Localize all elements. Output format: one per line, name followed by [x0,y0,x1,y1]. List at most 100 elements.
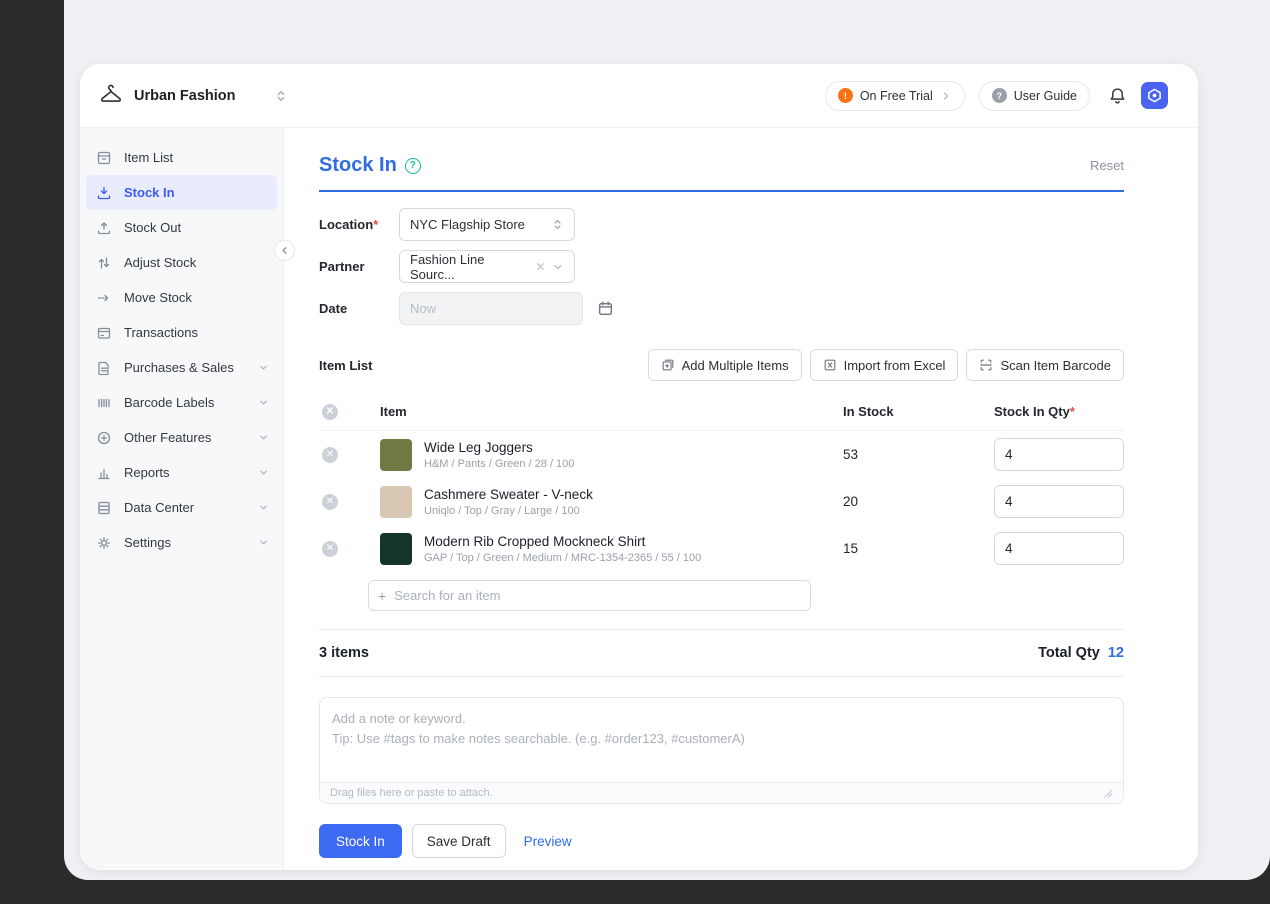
calendar-icon[interactable] [597,300,614,317]
stock-in-qty-input[interactable] [994,532,1124,565]
table-row: ✕ Modern Rib Cropped Mockneck Shirt GAP … [319,525,1124,572]
archive-box-icon [96,150,112,166]
sidebar-item-purchases-sales[interactable]: Purchases & Sales [86,350,277,385]
location-value: NYC Flagship Store [410,217,525,232]
adjust-stock-icon [96,255,112,271]
sidebar-item-label: Transactions [124,325,198,340]
workspace-avatar[interactable] [1141,82,1168,109]
item-search-input[interactable] [394,588,801,603]
partner-select[interactable]: Fashion Line Sourc... [399,250,575,283]
add-multiple-items-button[interactable]: Add Multiple Items [648,349,802,381]
sidebar-item-label: Data Center [124,500,194,515]
stock-in-submit-button[interactable]: Stock In [319,824,402,858]
note-input[interactable]: Add a note or keyword. Tip: Use #tags to… [319,697,1124,804]
plus-circle-icon [96,430,112,446]
hanger-logo-icon [96,81,126,111]
sidebar-collapse-button[interactable] [274,240,295,261]
gear-icon [96,535,112,551]
company-name: Urban Fashion [134,88,236,104]
sidebar-item-settings[interactable]: Settings [86,525,277,560]
date-label: Date [319,301,399,316]
question-circle-icon: ? [992,88,1007,103]
sidebar-item-other-features[interactable]: Other Features [86,420,277,455]
table-row: ✕ Cashmere Sweater - V-neck Uniqlo / Top… [319,478,1124,525]
in-stock-value: 53 [843,447,994,462]
remove-partner-icon[interactable] [535,261,546,272]
chevron-down-icon [258,432,269,443]
column-qty: Stock In Qty* [994,404,1124,419]
chevron-down-icon [258,397,269,408]
item-name: Wide Leg Joggers [424,440,574,455]
item-thumbnail [380,486,412,518]
sidebar-item-label: Barcode Labels [124,395,214,410]
sidebar-item-move-stock[interactable]: Move Stock [86,280,277,315]
sidebar-item-transactions[interactable]: Transactions [86,315,277,350]
item-name: Modern Rib Cropped Mockneck Shirt [424,534,701,549]
sidebar-item-label: Stock In [124,185,175,200]
transactions-icon [96,325,112,341]
sidebar-item-item-list[interactable]: Item List [86,140,277,175]
save-draft-button[interactable]: Save Draft [412,824,506,858]
chevron-down-icon [552,261,564,273]
item-details: H&M / Pants / Green / 28 / 100 [424,458,574,470]
stock-in-form: Location* NYC Flagship Store Partner Fas… [319,208,1124,325]
chevron-right-icon [940,90,952,102]
import-from-excel-button[interactable]: Import from Excel [810,349,959,381]
item-thumbnail [380,439,412,471]
in-stock-value: 20 [843,494,994,509]
help-icon[interactable]: ? [405,158,421,174]
location-select[interactable]: NYC Flagship Store [399,208,575,241]
item-details: Uniqlo / Top / Gray / Large / 100 [424,505,593,517]
user-guide-pill[interactable]: ? User Guide [979,81,1090,111]
remove-all-icon[interactable]: ✕ [322,404,338,420]
sidebar-item-stock-out[interactable]: Stock Out [86,210,277,245]
sidebar-item-label: Settings [124,535,171,550]
notification-bell-icon[interactable] [1108,86,1127,105]
main-content: Stock In ? Reset Location* NYC Flagship … [284,128,1198,869]
sidebar-item-stock-in[interactable]: Stock In [86,175,277,210]
resize-handle-icon[interactable] [1103,788,1113,798]
remove-row-icon[interactable]: ✕ [322,494,338,510]
select-arrows-icon [551,218,564,231]
database-icon [96,500,112,516]
stock-in-qty-input[interactable] [994,485,1124,518]
total-qty-label: Total Qty [1038,645,1100,661]
stock-in-qty-input[interactable] [994,438,1124,471]
company-switcher-icon[interactable] [274,89,288,103]
sidebar-item-reports[interactable]: Reports [86,455,277,490]
remove-row-icon[interactable]: ✕ [322,447,338,463]
scan-item-barcode-button[interactable]: Scan Item Barcode [966,349,1124,381]
chevron-down-icon [258,362,269,373]
partner-label: Partner [319,259,399,274]
barcode-icon [96,395,112,411]
partner-value: Fashion Line Sourc... [410,252,529,282]
note-placeholder-line2: Tip: Use #tags to make notes searchable.… [332,729,1111,749]
scan-barcode-icon [979,358,993,372]
sidebar-item-label: Adjust Stock [124,255,196,270]
summary-row: 3 items Total Qty 12 [319,629,1124,677]
item-list-section-header: Item List Add Multiple Items [319,349,1124,381]
bar-chart-icon [96,465,112,481]
sidebar-item-barcode-labels[interactable]: Barcode Labels [86,385,277,420]
remove-row-icon[interactable]: ✕ [322,541,338,557]
move-stock-icon [96,290,112,306]
chevron-down-icon [258,502,269,513]
item-table-header: ✕ Item In Stock Stock In Qty* [319,393,1124,431]
app-shell: Urban Fashion ! On Free Trial ? User Gui… [64,0,1270,880]
trial-badge-icon: ! [838,88,853,103]
sidebar-item-adjust-stock[interactable]: Adjust Stock [86,245,277,280]
plus-icon: + [378,588,386,604]
reset-button[interactable]: Reset [1090,158,1124,173]
item-search-box[interactable]: + [368,580,811,611]
sidebar-item-label: Other Features [124,430,211,445]
free-trial-pill[interactable]: ! On Free Trial [825,81,965,111]
attach-hint: Drag files here or paste to attach. [330,787,493,799]
note-placeholder-line1: Add a note or keyword. [332,709,1111,729]
column-item: Item [368,404,843,419]
sidebar-item-data-center[interactable]: Data Center [86,490,277,525]
stock-out-icon [96,220,112,236]
sidebar: Item List Stock In Stock Out [80,128,284,869]
preview-button[interactable]: Preview [524,834,572,849]
date-input[interactable] [399,292,583,325]
trial-label: On Free Trial [860,89,933,103]
